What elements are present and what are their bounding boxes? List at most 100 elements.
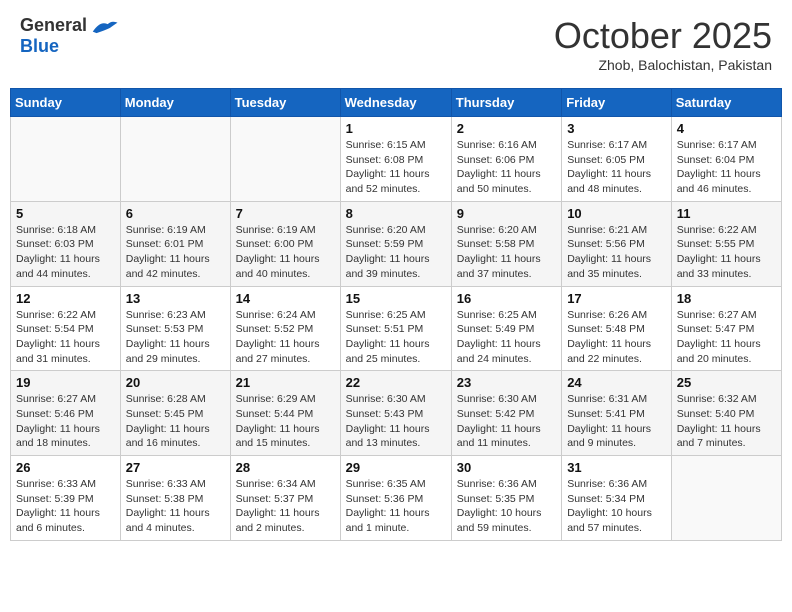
calendar-cell: 31 Sunrise: 6:36 AM Sunset: 5:34 PM Dayli… [562,456,672,541]
day-number: 11 [677,206,776,221]
day-number: 30 [457,460,556,475]
day-info: Sunrise: 6:18 AM Sunset: 6:03 PM Dayligh… [16,223,115,282]
day-info: Sunrise: 6:23 AM Sunset: 5:53 PM Dayligh… [126,308,225,367]
weekday-header: Thursday [451,89,561,117]
day-number: 13 [126,291,225,306]
logo: General Blue [20,15,119,57]
day-number: 23 [457,375,556,390]
day-info: Sunrise: 6:28 AM Sunset: 5:45 PM Dayligh… [126,392,225,451]
day-number: 29 [346,460,446,475]
day-info: Sunrise: 6:25 AM Sunset: 5:49 PM Dayligh… [457,308,556,367]
calendar-cell [671,456,781,541]
day-info: Sunrise: 6:22 AM Sunset: 5:54 PM Dayligh… [16,308,115,367]
day-number: 5 [16,206,115,221]
calendar-cell: 17 Sunrise: 6:26 AM Sunset: 5:48 PM Dayli… [562,286,672,371]
weekday-header: Monday [120,89,230,117]
calendar-cell: 1 Sunrise: 6:15 AM Sunset: 6:08 PM Daylig… [340,117,451,202]
day-number: 15 [346,291,446,306]
day-number: 17 [567,291,666,306]
day-info: Sunrise: 6:21 AM Sunset: 5:56 PM Dayligh… [567,223,666,282]
day-number: 2 [457,121,556,136]
day-number: 14 [236,291,335,306]
day-info: Sunrise: 6:27 AM Sunset: 5:47 PM Dayligh… [677,308,776,367]
calendar-week-row: 5 Sunrise: 6:18 AM Sunset: 6:03 PM Daylig… [11,201,782,286]
calendar-cell: 26 Sunrise: 6:33 AM Sunset: 5:39 PM Dayli… [11,456,121,541]
day-info: Sunrise: 6:20 AM Sunset: 5:58 PM Dayligh… [457,223,556,282]
day-number: 18 [677,291,776,306]
day-info: Sunrise: 6:19 AM Sunset: 6:01 PM Dayligh… [126,223,225,282]
calendar-cell: 5 Sunrise: 6:18 AM Sunset: 6:03 PM Daylig… [11,201,121,286]
day-info: Sunrise: 6:32 AM Sunset: 5:40 PM Dayligh… [677,392,776,451]
day-number: 10 [567,206,666,221]
calendar-cell [230,117,340,202]
day-info: Sunrise: 6:17 AM Sunset: 6:05 PM Dayligh… [567,138,666,197]
weekday-header: Wednesday [340,89,451,117]
day-number: 4 [677,121,776,136]
day-info: Sunrise: 6:30 AM Sunset: 5:43 PM Dayligh… [346,392,446,451]
calendar-cell: 23Sunrise: 6:30 AM Sunset: 5:42 PM Dayli… [451,371,561,456]
day-number: 21 [236,375,335,390]
calendar-cell: 14Sunrise: 6:24 AM Sunset: 5:52 PM Dayli… [230,286,340,371]
title-section: October 2025 Zhob, Balochistan, Pakistan [554,15,772,73]
day-info: Sunrise: 6:36 AM Sunset: 5:34 PM Dayligh… [567,477,666,536]
day-number: 31 [567,460,666,475]
day-info: Sunrise: 6:36 AM Sunset: 5:35 PM Dayligh… [457,477,556,536]
day-info: Sunrise: 6:27 AM Sunset: 5:46 PM Dayligh… [16,392,115,451]
calendar-cell [120,117,230,202]
calendar-cell: 30 Sunrise: 6:36 AM Sunset: 5:35 PM Dayli… [451,456,561,541]
calendar-cell: 27 Sunrise: 6:33 AM Sunset: 5:38 PM Dayli… [120,456,230,541]
calendar-cell: 11 Sunrise: 6:22 AM Sunset: 5:55 PM Dayli… [671,201,781,286]
calendar-cell: 2 Sunrise: 6:16 AM Sunset: 6:06 PM Daylig… [451,117,561,202]
calendar-cell: 25Sunrise: 6:32 AM Sunset: 5:40 PM Dayli… [671,371,781,456]
day-number: 12 [16,291,115,306]
calendar-cell: 10 Sunrise: 6:21 AM Sunset: 5:56 PM Dayli… [562,201,672,286]
day-number: 27 [126,460,225,475]
calendar-cell: 15 Sunrise: 6:25 AM Sunset: 5:51 PM Dayli… [340,286,451,371]
calendar-table: SundayMondayTuesdayWednesdayThursdayFrid… [10,88,782,541]
day-number: 28 [236,460,335,475]
calendar-cell: 22 Sunrise: 6:30 AM Sunset: 5:43 PM Dayli… [340,371,451,456]
day-info: Sunrise: 6:26 AM Sunset: 5:48 PM Dayligh… [567,308,666,367]
calendar-week-row: 19Sunrise: 6:27 AM Sunset: 5:46 PM Dayli… [11,371,782,456]
weekday-header: Tuesday [230,89,340,117]
day-info: Sunrise: 6:29 AM Sunset: 5:44 PM Dayligh… [236,392,335,451]
calendar-cell: 18 Sunrise: 6:27 AM Sunset: 5:47 PM Dayli… [671,286,781,371]
day-info: Sunrise: 6:33 AM Sunset: 5:39 PM Dayligh… [16,477,115,536]
logo-bird-icon [89,16,119,36]
calendar-cell: 20Sunrise: 6:28 AM Sunset: 5:45 PM Dayli… [120,371,230,456]
day-info: Sunrise: 6:22 AM Sunset: 5:55 PM Dayligh… [677,223,776,282]
day-info: Sunrise: 6:16 AM Sunset: 6:06 PM Dayligh… [457,138,556,197]
calendar-cell: 21 Sunrise: 6:29 AM Sunset: 5:44 PM Dayli… [230,371,340,456]
logo-blue-text: Blue [20,36,59,57]
day-info: Sunrise: 6:19 AM Sunset: 6:00 PM Dayligh… [236,223,335,282]
day-info: Sunrise: 6:25 AM Sunset: 5:51 PM Dayligh… [346,308,446,367]
day-number: 8 [346,206,446,221]
calendar-cell: 4Sunrise: 6:17 AM Sunset: 6:04 PM Daylig… [671,117,781,202]
calendar-week-row: 26 Sunrise: 6:33 AM Sunset: 5:39 PM Dayli… [11,456,782,541]
day-info: Sunrise: 6:20 AM Sunset: 5:59 PM Dayligh… [346,223,446,282]
calendar-cell: 3 Sunrise: 6:17 AM Sunset: 6:05 PM Daylig… [562,117,672,202]
page-header: General Blue October 2025 Zhob, Balochis… [10,10,782,78]
day-info: Sunrise: 6:34 AM Sunset: 5:37 PM Dayligh… [236,477,335,536]
calendar-cell: 9Sunrise: 6:20 AM Sunset: 5:58 PM Daylig… [451,201,561,286]
day-number: 3 [567,121,666,136]
calendar-week-row: 12 Sunrise: 6:22 AM Sunset: 5:54 PM Dayli… [11,286,782,371]
day-number: 16 [457,291,556,306]
calendar-cell [11,117,121,202]
weekday-header: Friday [562,89,672,117]
day-number: 26 [16,460,115,475]
day-number: 6 [126,206,225,221]
day-number: 1 [346,121,446,136]
calendar-cell: 16 Sunrise: 6:25 AM Sunset: 5:49 PM Dayli… [451,286,561,371]
weekday-header-row: SundayMondayTuesdayWednesdayThursdayFrid… [11,89,782,117]
day-info: Sunrise: 6:33 AM Sunset: 5:38 PM Dayligh… [126,477,225,536]
calendar-cell: 28 Sunrise: 6:34 AM Sunset: 5:37 PM Dayli… [230,456,340,541]
day-number: 24 [567,375,666,390]
day-number: 22 [346,375,446,390]
day-info: Sunrise: 6:15 AM Sunset: 6:08 PM Dayligh… [346,138,446,197]
calendar-cell: 12 Sunrise: 6:22 AM Sunset: 5:54 PM Dayli… [11,286,121,371]
calendar-cell: 29Sunrise: 6:35 AM Sunset: 5:36 PM Dayli… [340,456,451,541]
calendar-cell: 24Sunrise: 6:31 AM Sunset: 5:41 PM Dayli… [562,371,672,456]
calendar-cell: 19Sunrise: 6:27 AM Sunset: 5:46 PM Dayli… [11,371,121,456]
calendar-cell: 6 Sunrise: 6:19 AM Sunset: 6:01 PM Daylig… [120,201,230,286]
